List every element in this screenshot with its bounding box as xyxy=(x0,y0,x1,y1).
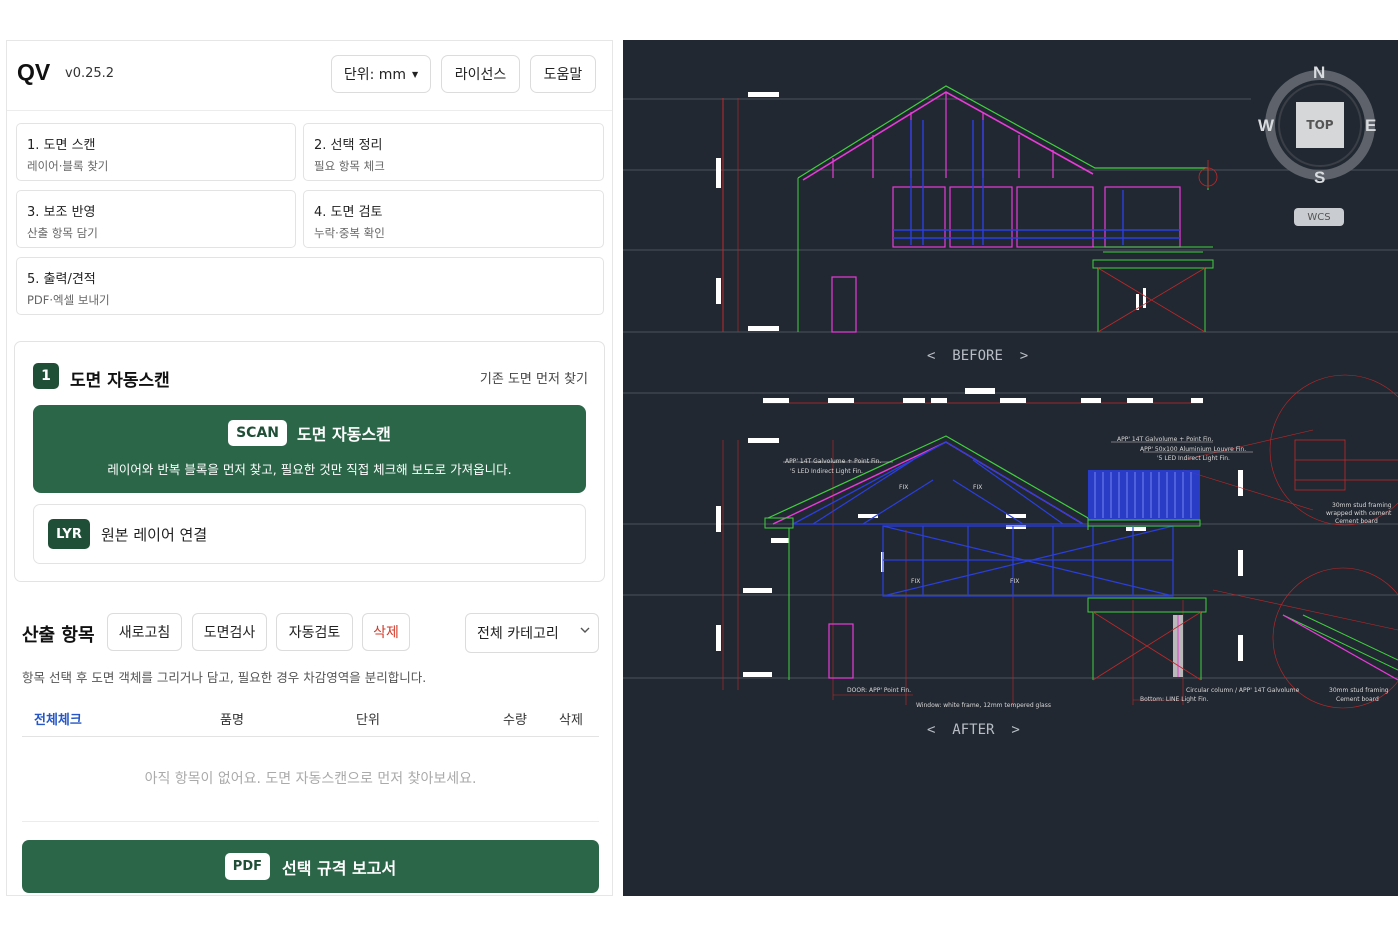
chevron-down-icon xyxy=(580,627,590,633)
chevron-left-icon[interactable]: < xyxy=(927,722,935,738)
after-elevation xyxy=(716,374,1398,709)
auto-scan-button[interactable]: SCAN 도면 자동스캔 레이어와 반복 블록을 먼저 찾고, 필요한 것만 직… xyxy=(33,405,586,493)
column-unit: 단위 xyxy=(356,713,380,728)
drawing-note: Cement board xyxy=(1336,696,1379,703)
category-select-value: 전체 카테고리 xyxy=(477,626,559,642)
drawing-note: Cement board xyxy=(1335,518,1378,525)
help-button[interactable]: 도움말 xyxy=(530,55,596,93)
before-label: BEFORE xyxy=(952,348,1003,364)
cad-drawing xyxy=(623,70,1398,709)
pdf-tag: PDF xyxy=(224,853,270,880)
step-subtitle: 필요 항목 체크 xyxy=(314,159,385,173)
drawing-note: FIX xyxy=(973,484,983,491)
pdf-report-label: 선택 규격 보고서 xyxy=(282,858,397,878)
step-title: 3. 보조 반영 xyxy=(27,205,96,220)
lyr-tag: LYR xyxy=(48,519,90,549)
drawing-note: FIX xyxy=(1010,578,1020,585)
step-card-review[interactable]: 4. 도면 검토 누락·중복 확인 xyxy=(303,190,604,248)
compass-south[interactable]: S xyxy=(1314,168,1325,188)
link-layer-button[interactable]: LYR 원본 레이어 연결 xyxy=(33,504,586,564)
step-card-scan[interactable]: 1. 도면 스캔 레이어·블록 찾기 xyxy=(16,123,296,181)
column-name: 품명 xyxy=(220,713,244,728)
check-all-toggle[interactable]: 전체체크 xyxy=(34,709,82,728)
step-title: 4. 도면 검토 xyxy=(314,205,383,220)
drawing-note: Circular column / APP' 14T Galvolume xyxy=(1186,687,1300,694)
compass-west[interactable]: W xyxy=(1258,116,1274,136)
drawing-note: FIX xyxy=(911,578,921,585)
scan-tag: SCAN xyxy=(228,420,288,446)
find-existing-drawing-link[interactable]: 기존 도면 먼저 찾기 xyxy=(480,368,588,387)
column-quantity: 수량 xyxy=(503,713,527,728)
sidebar-panel: QV v0.25.2 단위: mm ▼ 라이선스 도움말 1. 도면 스캔 레이… xyxy=(6,40,613,896)
drawing-note: Window: white frame, 12mm tempered glass xyxy=(916,702,1051,709)
auto-scan-button-label: 도면 자동스캔 xyxy=(297,425,391,444)
chevron-left-icon[interactable]: < xyxy=(927,348,935,364)
compass-east[interactable]: E xyxy=(1365,116,1376,136)
after-nav: < AFTER > xyxy=(927,722,1020,738)
drawing-note: 30mm stud framing xyxy=(1332,502,1392,509)
drawing-note: APP' 14T Galvolume + Point Fin. xyxy=(1117,436,1214,443)
drawing-check-button[interactable]: 도면검사 xyxy=(192,613,267,651)
wcs-button[interactable]: WCS xyxy=(1294,208,1344,226)
category-select[interactable]: 전체 카테고리 xyxy=(465,613,599,653)
before-nav: < BEFORE > xyxy=(927,348,1028,364)
step-title: 1. 도면 스캔 xyxy=(27,138,96,153)
empty-state-message: 아직 항목이 없어요. 도면 자동스캔으로 먼저 찾아보세요. xyxy=(144,771,477,787)
link-layer-label: 원본 레이어 연결 xyxy=(101,526,208,544)
column-delete: 삭제 xyxy=(559,713,583,728)
items-hint: 항목 선택 후 도면 객체를 그리거나 담고, 필요한 경우 차감영역을 분리합… xyxy=(22,670,427,685)
step-card-apply[interactable]: 3. 보조 반영 산출 항목 담기 xyxy=(16,190,296,248)
unit-dropdown-label: 단위: mm xyxy=(343,67,407,83)
license-button[interactable]: 라이선스 xyxy=(441,55,520,93)
drawing-note: APP' 50x100 Aluminium Louvre Fin. xyxy=(1140,446,1247,453)
drawing-note: FIX xyxy=(899,484,909,491)
items-section-title: 산출 항목 xyxy=(22,625,95,646)
cad-viewport[interactable]: N S E W TOP WCS < BEFORE > < AFTER > APP… xyxy=(623,40,1398,896)
chevron-right-icon[interactable]: > xyxy=(1020,348,1028,364)
view-cube-top[interactable]: TOP xyxy=(1296,102,1344,148)
divider xyxy=(22,821,599,822)
drawing-note: Bottom: LINE Light Fin. xyxy=(1140,696,1209,703)
step-card-output[interactable]: 5. 출력/견적 PDF·엑셀 보내기 xyxy=(16,257,604,315)
auto-scan-card: 1 도면 자동스캔 기존 도면 먼저 찾기 SCAN 도면 자동스캔 레이어와 … xyxy=(14,341,605,582)
drawing-note: '5 LED Indirect Light Fin. xyxy=(1157,455,1230,462)
step-card-select[interactable]: 2. 선택 정리 필요 항목 체크 xyxy=(303,123,604,181)
after-label: AFTER xyxy=(952,722,995,738)
drawing-note: DOOR: APP' Point Fin. xyxy=(847,687,912,694)
drawing-note: 30mm stud framing xyxy=(1329,687,1389,694)
step-title: 5. 출력/견적 xyxy=(27,272,96,287)
pdf-report-button[interactable]: PDF 선택 규격 보고서 xyxy=(22,840,599,893)
before-elevation xyxy=(716,85,1218,333)
drawing-note: '5 LED Indirect Light Fin. xyxy=(790,468,863,475)
auto-scan-title: 도면 자동스캔 xyxy=(70,371,170,391)
auto-scan-description: 레이어와 반복 블록을 먼저 찾고, 필요한 것만 직접 체크해 보도로 가져옵… xyxy=(107,462,512,477)
app-header: QV v0.25.2 단위: mm ▼ 라이선스 도움말 xyxy=(7,41,612,111)
unit-dropdown[interactable]: 단위: mm ▼ xyxy=(331,55,431,93)
step-subtitle: 산출 항목 담기 xyxy=(27,226,98,240)
step-subtitle: PDF·엑셀 보내기 xyxy=(27,293,110,307)
step-title: 2. 선택 정리 xyxy=(314,138,383,153)
drawing-note: APP' 14T Galvolume + Point Fin. xyxy=(785,458,882,465)
app-version: v0.25.2 xyxy=(65,66,115,81)
refresh-button[interactable]: 새로고침 xyxy=(107,613,182,651)
step-subtitle: 레이어·블록 찾기 xyxy=(27,159,109,173)
items-table-header: 전체체크 품명 단위 수량 삭제 xyxy=(22,701,599,737)
app-logo: QV xyxy=(17,59,51,85)
step-subtitle: 누락·중복 확인 xyxy=(314,226,385,240)
compass-north[interactable]: N xyxy=(1313,63,1325,83)
delete-button[interactable]: 삭제 xyxy=(362,613,410,651)
drawing-note: wrapped with cement xyxy=(1326,510,1392,517)
chevron-right-icon[interactable]: > xyxy=(1011,722,1019,738)
auto-check-button[interactable]: 자동검토 xyxy=(276,613,353,651)
step-number-badge: 1 xyxy=(33,363,59,389)
caret-down-icon: ▼ xyxy=(412,69,419,79)
